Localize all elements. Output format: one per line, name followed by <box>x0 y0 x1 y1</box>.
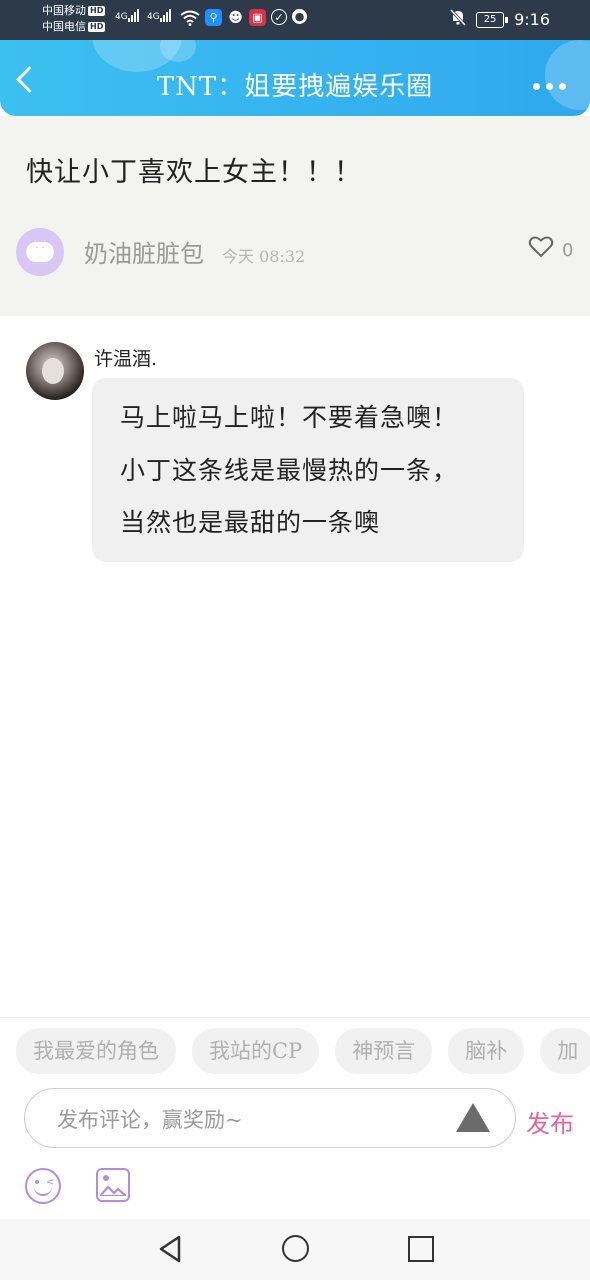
circle-home-icon[interactable] <box>282 1235 309 1262</box>
hd-badge: HD <box>88 22 106 32</box>
avatar[interactable]: ˙ ˙ <box>16 228 64 276</box>
carrier-1: 中国移动 <box>42 4 86 17</box>
qq-icon: ☻ <box>228 9 243 26</box>
battery-icon: 25 <box>476 11 509 28</box>
image-icon[interactable] <box>96 1168 130 1202</box>
comment-input-placeholder: 发布评论，赢奖励~ <box>57 1108 243 1132</box>
tag-chip[interactable]: 神预言 <box>335 1028 433 1074</box>
clock: 9:16 <box>514 10 550 29</box>
compose-area: 我最爱的角色 我站的CP 神预言 脑补 加 发布评论，赢奖励~ 发布 < <box>0 1017 590 1220</box>
signal-icon: 4G <box>115 9 140 22</box>
post-author[interactable]: 奶油脏脏包 <box>84 234 204 269</box>
carrier-info: 中国移动 HD 中国电信 HD <box>42 3 106 35</box>
tag-chip[interactable]: 脑补 <box>448 1028 525 1074</box>
wifi-icon <box>180 9 200 26</box>
like-count: 0 <box>562 240 574 261</box>
signal-icon: 4G <box>147 9 172 22</box>
comment-input[interactable]: 发布评论，赢奖励~ <box>24 1088 516 1148</box>
tag-chip[interactable]: 我最爱的角色 <box>16 1028 176 1074</box>
tag-chip[interactable]: 加 <box>540 1028 590 1074</box>
browser-icon: ● <box>292 9 307 24</box>
book-app-icon: ▣ <box>249 9 266 26</box>
comment-line: 当然也是最甜的一条噢 <box>120 508 381 537</box>
carrier-2: 中国电信 <box>42 20 86 33</box>
tag-chip[interactable]: 我站的CP <box>192 1028 320 1074</box>
system-nav-bar <box>0 1219 590 1280</box>
post-time: 今天 08:32 <box>222 247 306 266</box>
triangle-icon[interactable] <box>456 1103 490 1132</box>
comment-author[interactable]: 许温酒. <box>94 344 157 371</box>
heart-icon[interactable] <box>528 234 554 260</box>
original-post: 快让小丁喜欢上女主！！！ ˙ ˙ 奶油脏脏包 今天 08:32 0 <box>0 116 590 316</box>
square-recent-icon[interactable] <box>408 1236 434 1262</box>
publish-button[interactable]: 发布 <box>526 1104 574 1139</box>
triangle-back-icon[interactable] <box>158 1235 182 1267</box>
comment-line: 马上啦马上啦！不要着急噢！ <box>120 403 459 432</box>
hd-badge: HD <box>88 6 106 16</box>
comment-line: 小丁这条线是最慢热的一条， <box>120 456 459 485</box>
post-text: 快让小丁喜欢上女主！！！ <box>26 157 362 188</box>
comment-bubble: 马上啦马上啦！不要着急噢！ 小丁这条线是最慢热的一条， 当然也是最甜的一条噢 <box>92 378 524 562</box>
page-title: TNT：姐要拽遍娱乐圈 <box>156 72 434 102</box>
quick-tags: 我最爱的角色 我站的CP 神预言 脑补 加 <box>16 1028 590 1074</box>
emoji-icon[interactable]: < <box>25 1168 61 1204</box>
check-icon: ✓ <box>271 9 287 25</box>
bell-off-icon <box>449 8 467 30</box>
search-app-icon: ⚲ <box>205 9 222 26</box>
app-header: TNT：姐要拽遍娱乐圈 <box>0 40 590 116</box>
status-bar: 中国移动 HD 中国电信 HD 4G 4G ⚲ ☻ ▣ ✓ ● 25 9:16 <box>0 0 590 40</box>
more-dots-icon[interactable] <box>533 83 566 90</box>
avatar[interactable] <box>26 342 84 400</box>
